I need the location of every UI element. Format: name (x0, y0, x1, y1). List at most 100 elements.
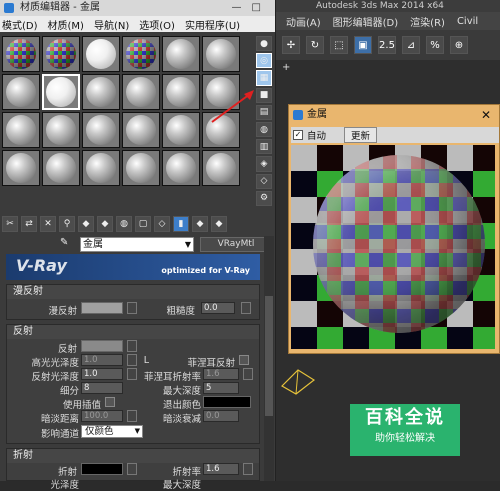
diffuse-map-button[interactable] (127, 302, 137, 314)
sample-slot[interactable] (2, 74, 40, 110)
roughness-map-button[interactable] (241, 302, 251, 314)
refl-gloss-spinner[interactable]: 1.0 (81, 368, 123, 380)
menu-animation[interactable]: 动画(A) (286, 14, 321, 29)
max-depth-spinner[interactable]: 5 (203, 382, 239, 394)
reflect-map-button[interactable] (127, 340, 137, 352)
update-button[interactable]: 更新 (344, 127, 378, 143)
material-type-button[interactable]: VRayMtl (200, 236, 272, 252)
fresnel-ior-spinner[interactable]: 1.6 (203, 368, 239, 380)
make-copy-icon[interactable]: ◆ (78, 216, 94, 232)
close-icon[interactable]: ✕ (481, 105, 491, 125)
ior-map-button[interactable] (243, 463, 253, 475)
menu-rendering[interactable]: 渲染(R) (410, 14, 445, 29)
sample-slot[interactable] (82, 74, 120, 110)
sample-slot[interactable] (2, 36, 40, 72)
put-to-library-icon[interactable]: ◍ (116, 216, 132, 232)
show-end-result-icon[interactable]: ▮ (173, 216, 189, 232)
options-icon[interactable]: ▥ (256, 139, 272, 155)
menu-utilities[interactable]: 实用程序(U) (185, 17, 240, 32)
use-interp-checkbox[interactable] (105, 397, 115, 407)
hilight-gloss-spinner[interactable]: 1.0 (81, 354, 123, 366)
scrollbar-thumb[interactable] (265, 296, 273, 416)
material-id-channel-icon[interactable]: ▢ (135, 216, 151, 232)
background-checker-icon[interactable]: ▦ (256, 70, 272, 86)
sample-slot[interactable] (42, 36, 80, 72)
sample-slot[interactable] (42, 74, 80, 110)
go-to-parent-icon[interactable]: ◆ (192, 216, 208, 232)
sample-slot[interactable] (82, 36, 120, 72)
sample-slot[interactable] (82, 112, 120, 148)
snap-2-5-icon[interactable]: 2.5 (378, 36, 396, 54)
get-material-icon[interactable]: ✂ (2, 216, 18, 232)
subdivs-spinner[interactable]: 8 (81, 382, 123, 394)
settings-icon[interactable]: ⚙ (256, 190, 272, 207)
scale-icon[interactable]: ⬚ (330, 36, 348, 54)
roughness-spinner[interactable]: 0.0 (201, 302, 235, 314)
sample-slot[interactable] (82, 150, 120, 186)
show-shaded-map-icon[interactable]: ◇ (154, 216, 170, 232)
hilight-gloss-map-button[interactable] (127, 354, 137, 366)
chevron-down-icon[interactable]: ▼ (185, 238, 191, 251)
spinner-snap-icon[interactable]: ⊕ (450, 36, 468, 54)
dim-distance-spinner[interactable]: 100.0 (81, 410, 123, 422)
sample-slot[interactable] (42, 112, 80, 148)
auto-checkbox[interactable]: ✓ (293, 130, 303, 140)
refl-gloss-map-button[interactable] (127, 368, 137, 380)
window-controls[interactable]: —□ (232, 0, 271, 16)
sample-slot[interactable] (122, 36, 160, 72)
refract-map-button[interactable] (127, 463, 137, 475)
sample-slot[interactable] (2, 112, 40, 148)
menu-material[interactable]: 材质(M) (48, 17, 84, 32)
material-name-field[interactable]: 金属 ▼ (80, 236, 194, 252)
refraction-header[interactable]: 折射 (7, 449, 259, 463)
viewport-label[interactable]: + (282, 62, 290, 73)
sample-slot[interactable] (162, 150, 200, 186)
snap-icon[interactable]: ▣ (354, 36, 372, 54)
eyedropper-icon[interactable]: ✎ (60, 237, 74, 251)
sample-slot[interactable] (202, 150, 240, 186)
fresnel-ior-map-button[interactable] (243, 368, 253, 380)
select-by-material-icon[interactable]: ◈ (256, 156, 272, 172)
go-forward-sibling-icon[interactable]: ◆ (211, 216, 227, 232)
material-map-navigator-icon[interactable]: ◇ (256, 173, 272, 189)
reflection-header[interactable]: 反射 (7, 325, 259, 339)
menu-modes[interactable]: 模式(D) (2, 17, 38, 32)
put-to-scene-icon[interactable]: ⇄ (21, 216, 37, 232)
rotate-icon[interactable]: ↻ (306, 36, 324, 54)
ior-spinner[interactable]: 1.6 (203, 463, 239, 475)
sample-slot[interactable] (42, 150, 80, 186)
reflect-color-swatch[interactable] (81, 340, 123, 352)
dim-falloff-spinner[interactable]: 0.0 (203, 410, 239, 422)
sample-slot[interactable] (162, 112, 200, 148)
menu-options[interactable]: 选项(O) (139, 17, 175, 32)
sample-slot[interactable] (122, 112, 160, 148)
sample-slot[interactable] (122, 74, 160, 110)
exit-color-swatch[interactable] (203, 396, 251, 408)
affect-channels-dropdown[interactable]: 仅颜色 ▼ (81, 425, 143, 438)
percent-snap-icon[interactable]: % (426, 36, 444, 54)
angle-snap-icon[interactable]: ⊿ (402, 36, 420, 54)
backlight-icon[interactable]: ◎ (256, 53, 272, 69)
reset-map-icon[interactable]: ⚲ (59, 216, 75, 232)
sample-type-icon[interactable]: ● (256, 36, 272, 52)
dim-distance-map-button[interactable] (127, 410, 137, 422)
make-preview-icon[interactable]: ◍ (256, 122, 272, 138)
sample-slot[interactable] (122, 150, 160, 186)
menu-graph-editors[interactable]: 图形编辑器(D) (333, 14, 399, 29)
menu-navigation[interactable]: 导航(N) (94, 17, 129, 32)
sample-slot[interactable] (202, 36, 240, 72)
make-unique-icon[interactable]: ◆ (97, 216, 113, 232)
sample-slot[interactable] (162, 36, 200, 72)
diffuse-color-swatch[interactable] (81, 302, 123, 314)
assign-to-selection-icon[interactable]: ✕ (40, 216, 56, 232)
lock-l-button[interactable]: L (139, 355, 149, 366)
menu-civil[interactable]: Civil (457, 16, 478, 27)
params-scrollbar[interactable] (264, 236, 274, 481)
fresnel-checkbox[interactable] (239, 355, 249, 365)
sample-slot[interactable] (162, 74, 200, 110)
refract-color-swatch[interactable] (81, 463, 123, 475)
move-icon[interactable]: ✢ (282, 36, 300, 54)
sample-uv-icon[interactable]: ■ (256, 87, 272, 103)
diffuse-header[interactable]: 漫反射 (7, 285, 259, 299)
video-color-check-icon[interactable]: ▤ (256, 104, 272, 121)
